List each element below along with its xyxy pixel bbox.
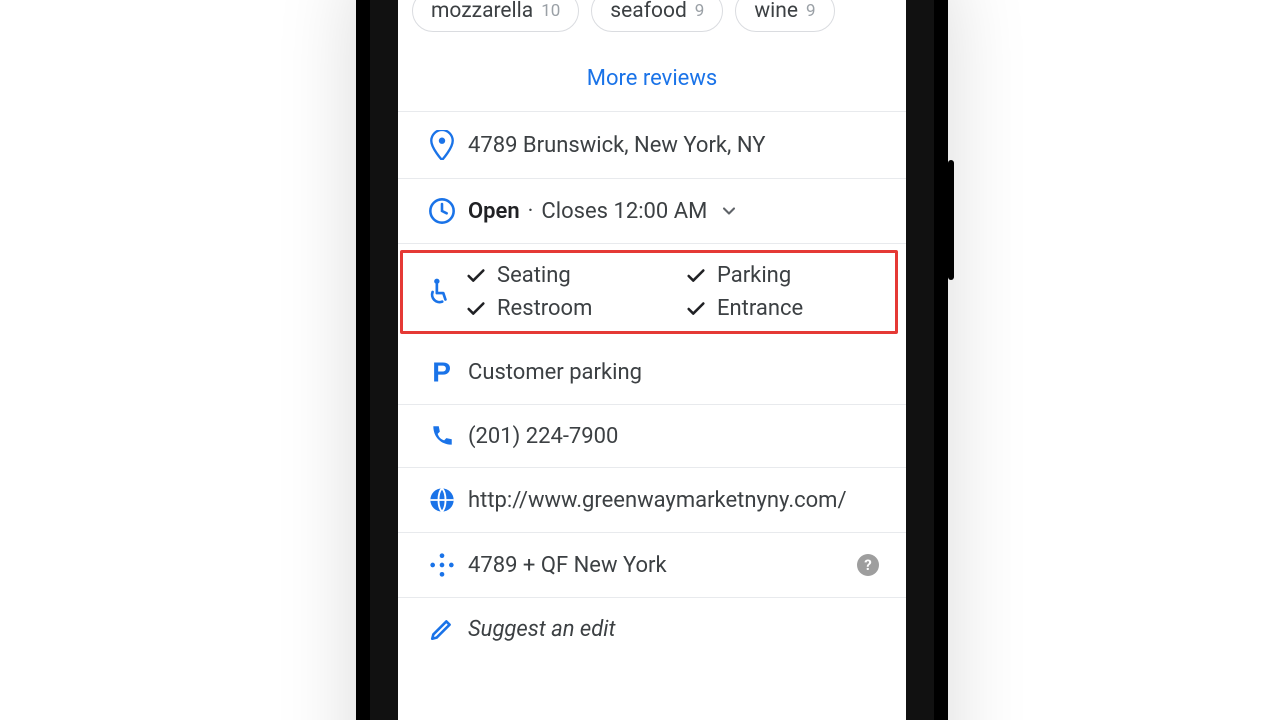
more-reviews-link[interactable]: More reviews [398, 52, 906, 112]
phone-bezel: delivery 3 italian 19 gourmet 12 [370, 0, 934, 720]
review-topic-chips: delivery 3 italian 19 gourmet 12 [398, 0, 906, 52]
accessibility-row[interactable]: Seating Parking Restroom [400, 250, 898, 334]
feature-label: Parking [717, 263, 791, 288]
location-pin-icon [416, 130, 468, 160]
chip-label: wine [754, 0, 798, 23]
chip-count: 10 [541, 1, 560, 21]
website-text: http://www.greenwaymarketnyny.com/ [468, 488, 888, 513]
plus-code-row[interactable]: 4789 + QF New York ? [398, 533, 906, 598]
phone-screen: delivery 3 italian 19 gourmet 12 [398, 0, 906, 720]
phone-icon [416, 423, 468, 449]
chip-row-2: mozzarella 10 seafood 9 wine 9 [412, 0, 892, 32]
check-icon [685, 298, 707, 320]
feature-label: Entrance [717, 296, 803, 321]
open-label: Open [468, 199, 520, 224]
chip-count: 9 [695, 1, 705, 21]
phone-row[interactable]: (201) 224-7900 [398, 405, 906, 468]
chevron-down-icon [719, 201, 739, 221]
clock-icon [416, 197, 468, 225]
plus-code-text: 4789 + QF New York [468, 553, 848, 578]
chip-label: seafood [610, 0, 687, 23]
pencil-icon [416, 616, 468, 642]
suggest-edit-row[interactable]: Suggest an edit [398, 598, 906, 660]
closes-label: Closes 12:00 AM [541, 199, 707, 224]
chip-wine[interactable]: wine 9 [735, 0, 834, 32]
feature-label: Seating [497, 263, 571, 288]
feature-entrance: Entrance [685, 296, 885, 321]
feature-parking: Parking [685, 263, 885, 288]
website-row[interactable]: http://www.greenwaymarketnyny.com/ [398, 468, 906, 533]
accessibility-icon [413, 277, 465, 307]
phone-frame: delivery 3 italian 19 gourmet 12 [356, 0, 948, 720]
address-text: 4789 Brunswick, New York, NY [468, 133, 888, 158]
chip-count: 9 [806, 1, 816, 21]
feature-label: Restroom [497, 296, 592, 321]
address-row[interactable]: 4789 Brunswick, New York, NY [398, 112, 906, 179]
svg-text:P: P [432, 358, 451, 386]
parking-row[interactable]: P Customer parking [398, 340, 906, 405]
chip-seafood[interactable]: seafood 9 [591, 0, 723, 32]
chip-label: mozzarella [431, 0, 533, 23]
check-icon [685, 265, 707, 287]
hours-separator: · [528, 199, 534, 224]
feature-restroom: Restroom [465, 296, 665, 321]
help-icon[interactable]: ? [848, 554, 888, 576]
suggest-edit-text: Suggest an edit [468, 617, 888, 642]
parking-text: Customer parking [468, 360, 888, 385]
phone-side-button [948, 160, 954, 280]
chip-mozzarella[interactable]: mozzarella 10 [412, 0, 579, 32]
stage: delivery 3 italian 19 gourmet 12 [0, 0, 1280, 720]
phone-text: (201) 224-7900 [468, 424, 888, 449]
accessibility-features: Seating Parking Restroom [465, 263, 885, 321]
plus-code-icon [416, 551, 468, 579]
check-icon [465, 298, 487, 320]
hours-text: Open · Closes 12:00 AM [468, 199, 888, 224]
parking-icon: P [416, 358, 468, 386]
feature-seating: Seating [465, 263, 665, 288]
more-reviews-label: More reviews [587, 66, 717, 91]
check-icon [465, 265, 487, 287]
help-badge: ? [857, 554, 879, 576]
hours-row[interactable]: Open · Closes 12:00 AM [398, 179, 906, 244]
globe-icon [416, 486, 468, 514]
